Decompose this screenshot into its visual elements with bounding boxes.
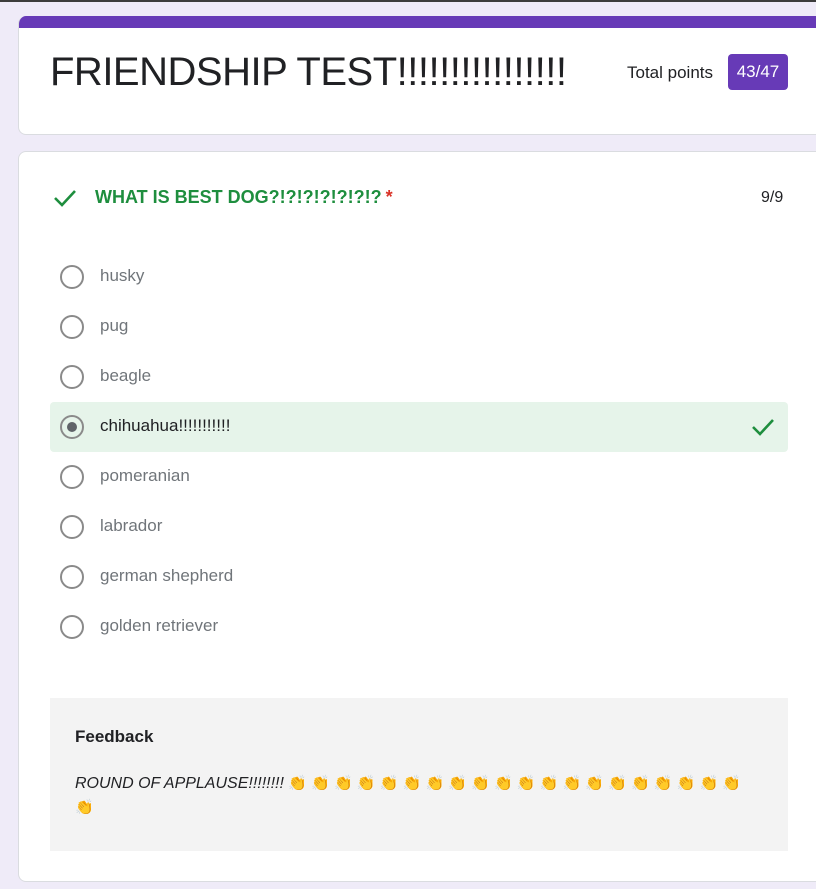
feedback-message: ROUND OF APPLAUSE!!!!!!!!: [75, 775, 284, 792]
question-title-text: WHAT IS BEST DOG?!?!?!?!?!?!?: [95, 187, 382, 207]
browser-edge: [0, 0, 816, 2]
form-title: FRIENDSHIP TEST!!!!!!!!!!!!!!!!: [50, 50, 567, 94]
option-chihuahua[interactable]: chihuahua!!!!!!!!!!!: [50, 402, 788, 452]
radio-button-selected[interactable]: [60, 415, 84, 439]
option-label: german shepherd: [100, 566, 234, 585]
required-asterisk: *: [385, 187, 393, 207]
option-husky[interactable]: husky: [50, 252, 788, 302]
radio-dot: [67, 422, 77, 432]
option-pug[interactable]: pug: [50, 302, 788, 352]
option-pomeranian[interactable]: pomeranian: [50, 452, 788, 502]
radio-button[interactable]: [60, 465, 84, 489]
feedback-text: ROUND OF APPLAUSE!!!!!!!! 👏 👏 👏 👏 👏 👏 👏 …: [75, 772, 755, 820]
radio-button[interactable]: [60, 515, 84, 539]
feedback-box: Feedback ROUND OF APPLAUSE!!!!!!!! 👏 👏 👏…: [50, 698, 788, 851]
question-score: 9/9: [761, 189, 784, 206]
option-label: pomeranian: [100, 466, 190, 485]
option-label: pug: [100, 316, 129, 335]
option-label: golden retriever: [100, 616, 219, 635]
radio-button[interactable]: [60, 565, 84, 589]
check-icon: [752, 419, 774, 436]
question-title: WHAT IS BEST DOG?!?!?!?!?!?!? *: [95, 187, 393, 208]
radio-button[interactable]: [60, 315, 84, 339]
option-labrador[interactable]: labrador: [50, 502, 788, 552]
option-label: beagle: [100, 366, 152, 385]
option-label: chihuahua!!!!!!!!!!!: [100, 416, 231, 435]
radio-button[interactable]: [60, 615, 84, 639]
radio-button[interactable]: [60, 365, 84, 389]
check-icon: [54, 190, 76, 207]
option-label: husky: [100, 266, 145, 285]
radio-button[interactable]: [60, 265, 84, 289]
option-german-shepherd[interactable]: german shepherd: [50, 552, 788, 602]
option-label: labrador: [100, 516, 163, 535]
question-card: WHAT IS BEST DOG?!?!?!?!?!?!? * 9/9 husky…: [18, 151, 816, 882]
option-golden-retriever[interactable]: golden retriever: [50, 602, 788, 652]
option-beagle[interactable]: beagle: [50, 352, 788, 402]
feedback-heading: Feedback: [75, 727, 154, 746]
theme-accent-bar: [19, 16, 816, 28]
form-header-card: FRIENDSHIP TEST!!!!!!!!!!!!!!!! Total po…: [18, 16, 816, 135]
total-points-label: Total points: [627, 63, 713, 82]
total-points-badge: 43/47: [728, 54, 788, 90]
